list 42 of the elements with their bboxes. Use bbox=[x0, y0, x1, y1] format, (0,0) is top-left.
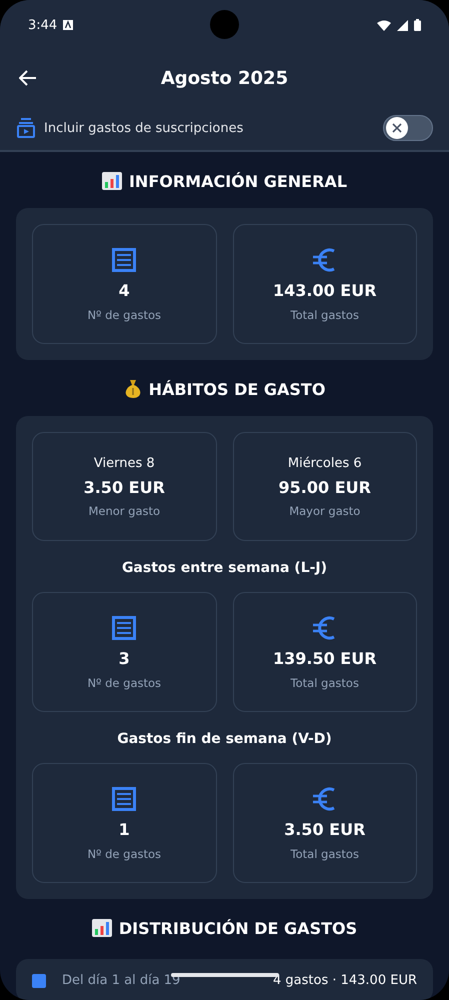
stat-value: 4 bbox=[118, 280, 130, 300]
camera-cutout bbox=[210, 10, 239, 39]
group-title: Gastos entre semana (L-J) bbox=[120, 559, 328, 578]
stat-label: Menor gasto bbox=[88, 504, 160, 518]
stat-label: Total gastos bbox=[290, 676, 359, 690]
stat-label: Total gastos bbox=[290, 308, 359, 322]
stat-value: 3 bbox=[118, 648, 130, 668]
group-title: Gastos fin de semana (V-D) bbox=[116, 730, 333, 749]
toggle-switch[interactable] bbox=[383, 115, 433, 141]
day-label: Miércoles 6 bbox=[288, 456, 362, 470]
status-time: 3:44 bbox=[28, 18, 58, 32]
notification-icon bbox=[63, 20, 74, 30]
back-arrow-icon[interactable] bbox=[19, 70, 37, 86]
stat-value: 143.00 EUR bbox=[272, 280, 377, 300]
section-title: INFORMACIÓN GENERAL bbox=[128, 172, 348, 190]
stat-value: 95.00 EUR bbox=[278, 478, 371, 496]
stat-value: 3.50 EUR bbox=[284, 820, 366, 838]
stat-value: 3.50 EUR bbox=[84, 478, 165, 496]
section-title: DISTRIBUCIÓN DE GASTOS bbox=[118, 918, 358, 938]
stat-label: Total gastos bbox=[290, 846, 359, 860]
day-label: Viernes 8 bbox=[94, 456, 155, 470]
signal-icon bbox=[397, 20, 408, 30]
stat-label: Nº de gastos bbox=[87, 308, 162, 322]
subscriptions-icon bbox=[17, 118, 35, 138]
section-title: HÁBITOS DE GASTO bbox=[148, 380, 326, 398]
stat-label: Nº de gastos bbox=[87, 676, 162, 690]
stat-value: 1 bbox=[118, 820, 130, 838]
wifi-icon bbox=[377, 20, 391, 30]
toggle-label: Incluir gastos de suscripciones bbox=[44, 120, 244, 136]
stat-value: 139.50 EUR bbox=[272, 648, 377, 668]
page-title: Agosto 2025 bbox=[160, 68, 288, 88]
bar-chart-icon bbox=[102, 172, 122, 190]
stat-label: Mayor gasto bbox=[289, 504, 360, 518]
bar-chart-icon bbox=[92, 919, 112, 937]
stat-label: Nº de gastos bbox=[87, 846, 162, 860]
money-bag-icon bbox=[124, 379, 142, 399]
toggle-thumb-icon bbox=[386, 117, 408, 139]
receipt-icon bbox=[111, 614, 138, 640]
battery-icon bbox=[414, 19, 421, 31]
calendar-icon bbox=[32, 974, 46, 988]
receipt-icon bbox=[111, 246, 138, 272]
receipt-icon bbox=[111, 786, 138, 812]
